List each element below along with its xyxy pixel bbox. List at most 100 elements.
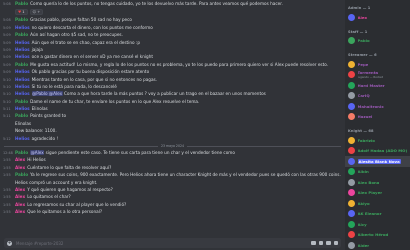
member-group-header: Staff — 1	[348, 29, 368, 34]
message: 1:55 Alex Y qué quieren que hagamos al res…	[0, 186, 345, 193]
avatar	[348, 13, 355, 21]
member-item[interactable]: Adolf Hadaa (ADO MO)	[345, 146, 410, 157]
message-text: Y qué quieren que hagamos al respecto?	[27, 186, 113, 192]
message-author[interactable]: Pablo	[15, 113, 28, 118]
message: 5:08 Pablo Gracias pablo, porque faltan 50…	[0, 16, 345, 23]
member-item[interactable]: Akiyo	[345, 198, 410, 209]
message: 5:10 Helios Si tú no le está para nada, lo…	[0, 83, 345, 90]
smile-icon: ☺	[32, 9, 37, 14]
message-author[interactable]: Helios	[15, 136, 30, 141]
message-author[interactable]: Pablo	[15, 1, 28, 6]
avatar	[348, 189, 355, 197]
sticker-icon[interactable]	[326, 240, 331, 246]
message-author[interactable]: Helios	[15, 69, 30, 74]
avatar	[348, 178, 355, 186]
message-text: Que le quitamos a lo otra personal?	[27, 209, 103, 215]
message-author[interactable]: Helios	[15, 54, 30, 59]
message-text: Hi Helios	[27, 157, 46, 163]
message-text: New balance: 1100.	[15, 128, 57, 134]
message-text: Lo regresamos su char al player que lo v…	[27, 201, 127, 207]
avatar	[348, 136, 355, 144]
member-item[interactable]: Hazuel	[345, 112, 410, 123]
add-attachment-icon[interactable]: +	[7, 240, 12, 246]
message-text: Cuéntame lo que falta de resolver aquí?	[27, 164, 112, 170]
message-author[interactable]: Alex	[15, 157, 25, 162]
gift-icon[interactable]	[311, 240, 316, 246]
message-author[interactable]: Helios	[15, 77, 30, 82]
member-group-header: Streamer — 6	[348, 53, 377, 57]
message-author[interactable]: Pablo	[15, 62, 28, 67]
message: 5:10 Helios @Pablo @Alex Como a que hora t…	[0, 90, 345, 97]
message-author[interactable]: Pablo	[15, 172, 28, 177]
message-text: oce a gastar dinero en el server xD ya m…	[31, 54, 153, 60]
message-continuation: New balance: 1100.	[0, 127, 345, 134]
member-item[interactable]: Mahaltronix	[345, 101, 410, 112]
member-item[interactable]: Alex Player	[345, 188, 410, 199]
message: 5:09 Helios Aún que el trato se en chao, c…	[0, 39, 345, 46]
message-list[interactable]: 5:08 Pablo Como quería lo de los puntos, n…	[0, 0, 345, 232]
message-text: Elinolas	[15, 120, 32, 126]
message-text: Dame el name de tu char, te envíare los …	[30, 98, 200, 104]
message-author[interactable]: Helios	[15, 25, 30, 30]
message-text: Aún así hagan otro $5 sad, no te preocup…	[30, 32, 123, 38]
add-reaction-button[interactable]: ☺ +	[29, 8, 44, 15]
message-continuation: Helios compró un account y era knight.	[0, 179, 345, 186]
member-item[interactable]: CarIQ	[345, 91, 410, 102]
message-author[interactable]: Alex	[15, 202, 25, 207]
message-author[interactable]: Pablo	[15, 32, 28, 37]
emoji-icon[interactable]	[333, 240, 338, 246]
message: 1:55 Alex Lo regresamos su char al player …	[0, 201, 345, 208]
member-item[interactable]: Alex Bona	[345, 177, 410, 188]
member-item[interactable]: Alberto Hérod	[345, 230, 410, 241]
message-author[interactable]: Pablo	[15, 99, 28, 104]
member-name: AK Eleanor	[357, 211, 382, 217]
message: 1:55 Alex Cuéntame lo que falta de resolve…	[0, 164, 345, 171]
message: 5:09 Helios no quiero descarta el dinero, …	[0, 24, 345, 31]
member-item[interactable]: Hard Master	[345, 80, 410, 91]
member-item[interactable]: Pepe	[345, 59, 410, 70]
message: 5:09 Pablo Me gusta esa actitud! Lo mismo,…	[0, 61, 345, 68]
message-text: Lo quitamos el char?	[27, 194, 71, 200]
member-list[interactable]: Admin — 1 Alex Staff — 1 Pablo Streamer — 6 P…	[345, 0, 410, 250]
avatar	[348, 37, 355, 45]
avatar	[348, 231, 355, 239]
message-author[interactable]: Alex	[15, 194, 25, 199]
reaction-button[interactable]: ♥ 1	[15, 8, 28, 15]
message-author[interactable]: Helios	[15, 91, 30, 96]
member-item[interactable]: Pablo	[345, 36, 410, 47]
message-input[interactable]: Mensaje #reporte-2032	[16, 241, 311, 246]
member-name: Alcy	[357, 221, 367, 227]
member-name: Akiyo	[357, 200, 370, 206]
member-item[interactable]: Fabrizio	[345, 135, 410, 146]
member-item[interactable]: Alcy	[345, 219, 410, 230]
message-author[interactable]: Helios	[15, 84, 30, 89]
message-text: sigue pendiente este caso. Te tiene sus …	[45, 150, 235, 156]
message-author[interactable]: Helios	[15, 47, 30, 52]
message-author[interactable]: Alex	[15, 187, 25, 192]
avatar	[348, 81, 355, 89]
member-name: Hazuel	[357, 114, 373, 120]
member-item[interactable]: Albin	[345, 167, 410, 178]
member-group-header: Knight — 68	[348, 129, 374, 133]
message-text: Mientras tanto en lo casa, por que si no…	[31, 76, 158, 82]
gif-icon[interactable]	[318, 240, 323, 246]
member-item[interactable]: AK Eleanor	[345, 209, 410, 220]
message-text: Me gusta esa actitud! Lo mismo, y regla …	[30, 61, 329, 67]
member-item[interactable]: Alder	[345, 240, 410, 250]
message-author[interactable]: Pablo	[15, 17, 28, 22]
user-mention[interactable]: @Alex	[30, 150, 45, 156]
member-item[interactable]: Alex	[345, 12, 410, 23]
member-item[interactable]: Alesita Blank Nova	[345, 156, 410, 167]
message: 5:09 Helios jajaja	[0, 46, 345, 53]
message-author[interactable]: Alex	[15, 209, 25, 214]
member-item[interactable]: Tormenta Jugando — Rocket	[345, 70, 410, 81]
message-composer[interactable]: + Mensaje #reporte-2032	[4, 238, 341, 248]
member-name: Alder	[357, 242, 370, 248]
message-author[interactable]: Alex	[15, 165, 25, 170]
message-author[interactable]: Helios	[15, 106, 30, 111]
user-mention[interactable]: @Pablo @Alex	[31, 91, 63, 97]
message-author[interactable]: Helios	[15, 40, 30, 45]
avatar	[348, 220, 355, 228]
message-text: Gracias pablo, porque faltan 50 sad no h…	[30, 17, 132, 23]
message-author[interactable]: Pablo	[15, 150, 28, 155]
